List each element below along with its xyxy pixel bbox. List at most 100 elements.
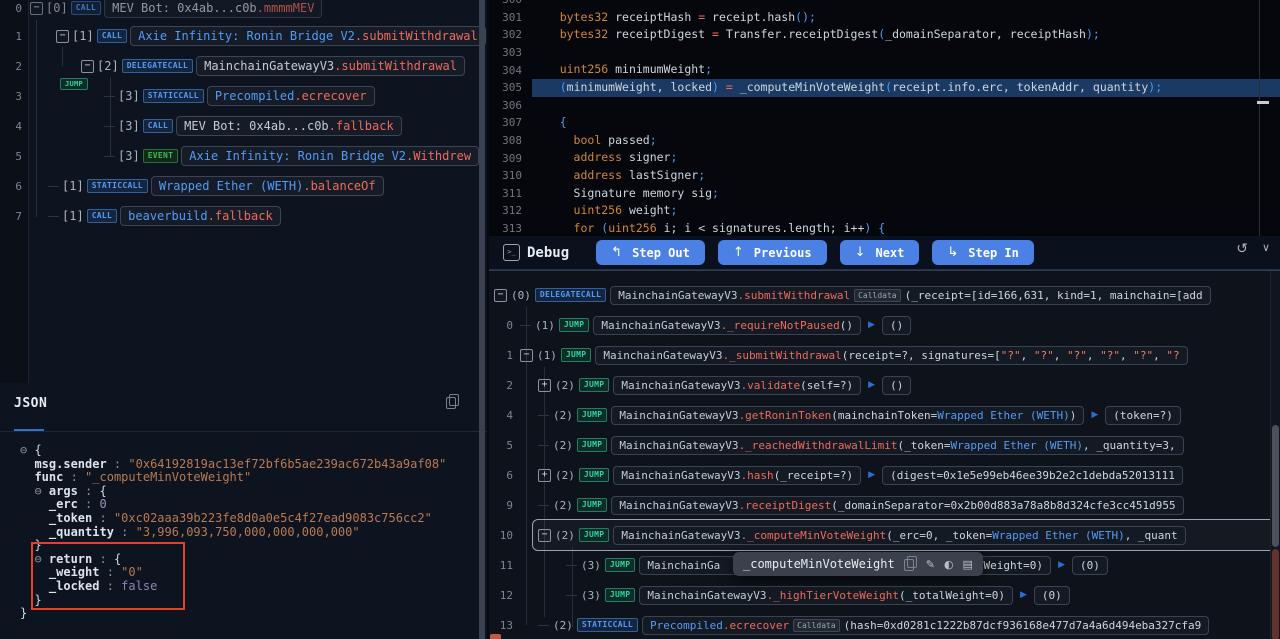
code-scrollbar-track[interactable] [1259,0,1260,236]
tree-connector [48,186,59,187]
call-expression[interactable]: MainchainGatewayV3._computeMinVoteWeight… [613,526,1185,545]
call-target[interactable]: Axie Infinity: Ronin Bridge V2.submitWit… [130,26,486,46]
call-expression[interactable]: MainchainGatewayV3.validate(self=?) [613,376,861,395]
debug-trace-row[interactable]: (2)JUMPMainchainGatewayV3.getRoninToken(… [538,403,1181,427]
call-expression[interactable]: MainchainGatewayV3.getRoninToken(maincha… [611,406,1084,425]
horizontal-scrollbar-thumb[interactable] [490,634,501,639]
copy-icon[interactable] [904,557,917,571]
call-expression[interactable]: MainchainGatewayV3.hash(_receipt=?) [613,466,861,485]
call-target[interactable]: MainchainGatewayV3.submitWithdrawal [196,56,465,76]
collapse-toggle[interactable]: − [494,289,507,302]
collapse-icon[interactable]: ⊖ [34,484,48,498]
call-expression[interactable]: MainchainGatewayV3.submitWithdrawalCalld… [610,286,1210,305]
chevron-down-icon[interactable]: ∨ [1262,241,1270,257]
trace-row[interactable]: [1]CALLbeaverbuild.fallback [48,205,281,227]
tab-json[interactable]: JSON [14,396,47,411]
debug-trace-row[interactable]: +(2)JUMPMainchainGatewayV3.validate(self… [538,373,911,397]
row-index: 1 [4,30,22,43]
trace-row[interactable]: [3]EVENTAxie Infinity: Ronin Bridge V2.W… [104,145,479,167]
source-code-panel: 300301 bytes32 receiptHash = receipt.has… [489,0,1280,236]
text-segment: ._submitWithdrawal [723,349,842,362]
trace-row[interactable]: [3]STATICCALLPrecompiled.ecrecover [104,85,375,107]
collapse-icon[interactable]: ⊖ [20,443,34,457]
json-line: msg.sender : "0x64192819ac13ef72bf6b5ae2… [20,458,446,472]
collapse-toggle[interactable]: − [30,2,43,15]
trace-row[interactable]: −[1]CALLAxie Infinity: Ronin Bridge V2.s… [56,25,486,47]
tree-connector [538,505,549,506]
code-text [532,0,1280,9]
step-out-button[interactable]: ↰Step Out [596,240,705,265]
debug-trace-row[interactable]: (2)JUMPMainchainGatewayV3._reachedWithdr… [538,433,1184,457]
code-text: (minimumWeight, locked) = _computeMinVot… [532,79,1280,97]
call-expression[interactable]: MainchainGatewayV3._submitWithdrawal(rec… [595,346,1187,365]
debug-trace-row[interactable]: (1)JUMPMainchainGatewayV3._requireNotPau… [520,313,911,337]
trace-row[interactable]: −[2]DELEGATECALLMainchainGatewayV3.submi… [81,55,465,77]
collapse-toggle[interactable]: − [538,529,551,542]
debug-trace-row[interactable]: −(0)DELEGATECALLMainchainGatewayV3.submi… [494,283,1211,307]
debug-trace-row[interactable]: −(2)JUMPMainchainGatewayV3._computeMinVo… [538,523,1186,547]
call-target[interactable]: MEV Bot: 0x4ab...c0b.fallback [176,116,402,136]
jump-badge: JUMP [579,378,609,392]
text-segment: receipt.info.erc, tokenAddr, quantity [892,80,1148,94]
line-number: 311 [489,187,532,200]
debug-trace-row[interactable]: +(2)JUMPMainchainGatewayV3.hash(_receipt… [538,463,1183,487]
collapse-toggle[interactable]: − [56,30,69,43]
call-expression[interactable]: MainchainGatewayV3._requireNotPaused() [593,316,861,335]
text-segment [20,565,49,579]
previous-button[interactable]: ↑Previous [718,240,827,265]
return-arrow: ▶ [1058,560,1065,570]
line-number: 301 [489,11,532,24]
reset-icon[interactable]: ↺ [1236,241,1248,257]
panel-splitter[interactable] [479,0,485,639]
text-segment: .fallback [208,209,273,223]
expand-toggle[interactable]: + [538,469,551,482]
call-target[interactable]: Wrapped Ether (WETH).balanceOf [151,176,384,196]
trace-row[interactable]: −[0]CALLMEV Bot: 0x4ab...c0b.mmmmMEV [30,0,322,19]
theme-icon[interactable]: ◐ [944,558,954,571]
call-expression[interactable]: MainchainGatewayV3._reachedWithdrawalLim… [611,436,1183,455]
collapse-icon[interactable]: ⊖ [34,552,48,566]
debug-scrollbar-thumb[interactable] [1272,425,1279,547]
next-button[interactable]: ↓Next [840,240,920,265]
row-index: 0 [491,319,513,332]
previous-label: Previous [754,246,812,260]
call-expression[interactable]: MainchainGatewayV3._highTierVoteWeight(_… [639,586,1013,605]
text-segment: } [20,606,27,620]
row-index: 5 [4,150,22,163]
call-target[interactable]: beaverbuild.fallback [120,206,281,226]
text-segment: Wrapped Ether (WETH) [159,179,304,193]
debug-trace-row[interactable]: (2)JUMPMainchainGatewayV3.receiptDigest(… [538,493,1184,517]
call-expression[interactable]: Precompiled.ecrecoverCalldata(hash=0xd02… [642,616,1209,635]
trace-row[interactable]: [3]CALLMEV Bot: 0x4ab...c0b.fallback [104,115,402,137]
text-segment: _quantity [49,525,114,539]
text-segment: MainchainGatewayV3 [619,439,738,452]
debug-trace-row[interactable]: (3)JUMPMainchainGatewayV3._highTierVoteW… [566,583,1070,607]
step-in-button[interactable]: ↳Step In [932,240,1033,265]
code-text [532,97,1280,115]
text-segment: ( [560,80,567,94]
code-line: 309 address signer; [489,149,1280,167]
return-value: (token=?) [1105,406,1181,425]
text-segment: "? [1166,349,1179,362]
call-badge: CALL [87,209,117,223]
debug-trace-row[interactable]: (2)STATICCALLPrecompiled.ecrecoverCallda… [538,613,1209,637]
text-segment [20,457,34,471]
call-target[interactable]: Precompiled.ecrecover [207,86,375,106]
call-expression[interactable]: MainchainGatewayV3.receiptDigest(_domain… [611,496,1183,515]
code-scrollbar-thumb[interactable] [1257,101,1269,104]
text-segment: (); [795,10,816,24]
debug-scrollbar-track[interactable] [1270,271,1280,639]
text-segment [20,484,34,498]
debug-trace-panel: −(0)DELEGATECALLMainchainGatewayV3.submi… [489,270,1280,639]
expand-toggle[interactable]: + [538,379,551,392]
line-number: 305 [489,81,532,94]
copy-json-icon[interactable] [446,395,459,409]
call-target[interactable]: Axie Infinity: Ronin Bridge V2.Withdrew [181,146,479,166]
trace-row[interactable]: [1]STATICCALLWrapped Ether (WETH).balanc… [48,175,384,197]
code-text: address signer; [532,149,1280,167]
call-target[interactable]: MEV Bot: 0x4ab...c0b.mmmmMEV [104,0,322,18]
collapse-toggle[interactable]: − [520,349,533,362]
edit-icon[interactable]: ✎ [926,558,935,571]
debug-trace-row[interactable]: −(1)JUMPMainchainGatewayV3._submitWithdr… [520,343,1188,367]
export-icon[interactable]: ▤ [963,558,973,571]
